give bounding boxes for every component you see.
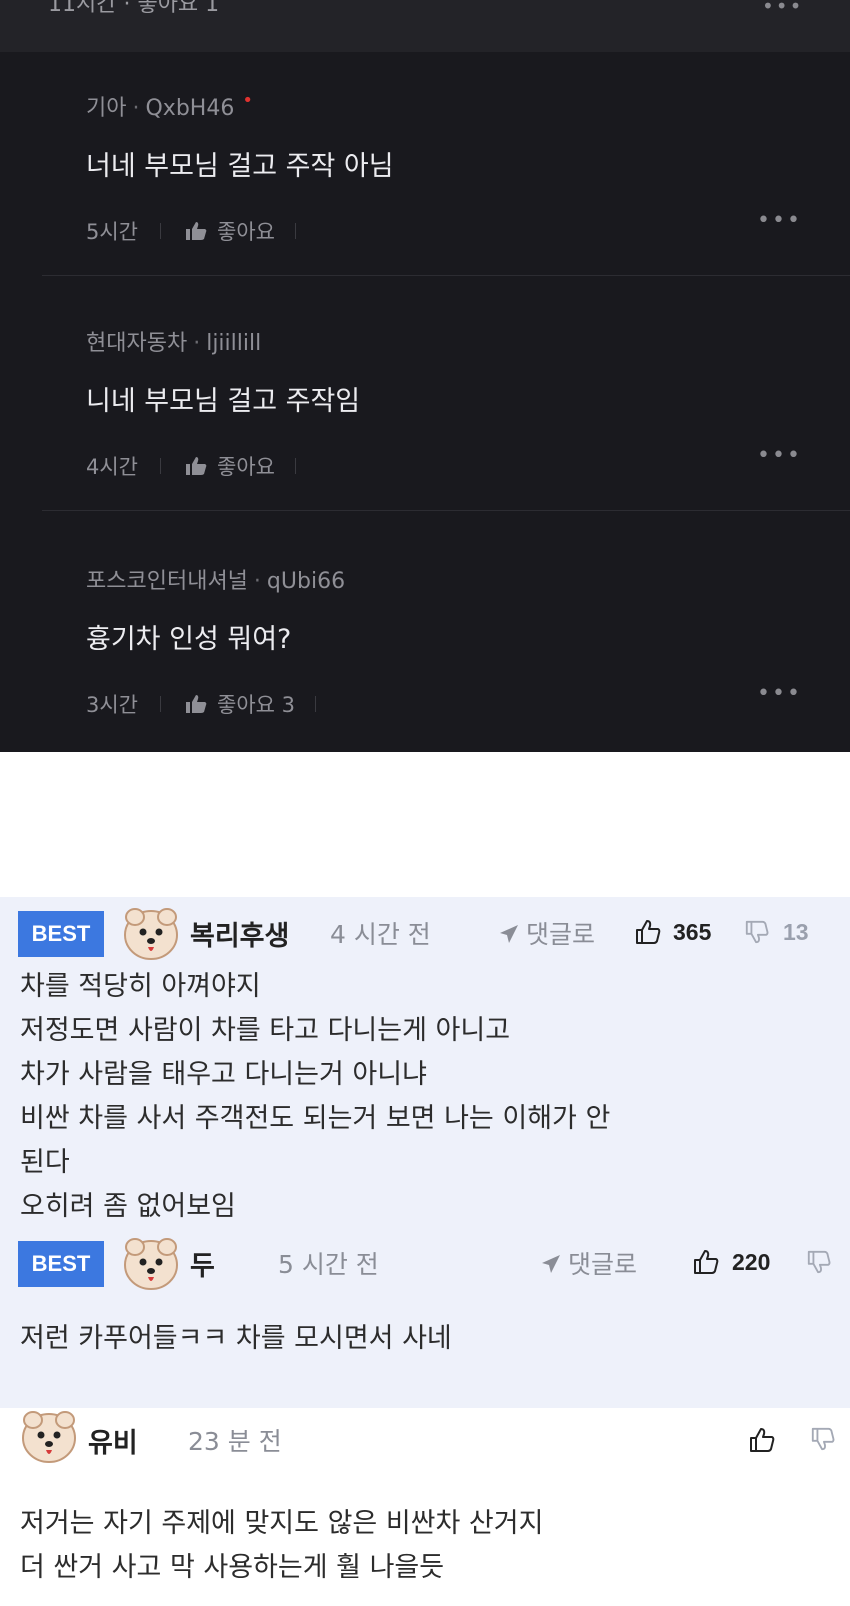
comment-meta: 현대자동차 · ljiillill	[86, 331, 262, 356]
comment-time: 4시간	[86, 455, 139, 479]
username[interactable]: QxbH46	[145, 96, 234, 121]
username[interactable]: ljiillill	[206, 331, 261, 356]
comment-time: 4 시간 전	[330, 920, 431, 949]
comment-meta: 기아 · QxbH46 •	[86, 90, 253, 121]
comment-line: 차가 사람을 태우고 다니는거 아니냐	[20, 1059, 427, 1090]
avatar	[22, 1411, 76, 1463]
comment-line: 비싼 차를 사서 주객전도 되는거 보면 나는 이해가 안	[20, 1103, 611, 1134]
upvote-count: 220	[732, 1249, 771, 1275]
comment-footer: 3시간 좋아요 3	[86, 689, 317, 719]
best-badge: BEST	[18, 911, 104, 957]
username[interactable]: 두	[190, 1244, 215, 1283]
comment-time: 5 시간 전	[278, 1250, 379, 1279]
divider	[42, 510, 850, 511]
comment-time: 5시간	[86, 220, 139, 244]
comment-body: 저런 카푸어들ㅋㅋ 차를 모시면서 사네	[20, 1317, 452, 1361]
thumbs-up-icon[interactable]	[185, 221, 207, 241]
reply-arrow-icon[interactable]	[498, 923, 520, 945]
more-icon[interactable]: •••	[762, 0, 803, 18]
thumbs-up-icon[interactable]	[185, 456, 207, 476]
comment-header: BEST 두 5 시간 전 댓글로 220	[0, 1227, 850, 1295]
comment-time: 23 분 전	[188, 1427, 282, 1456]
thumbs-down-icon[interactable]	[810, 1426, 836, 1452]
username[interactable]: qUbi66	[267, 569, 345, 594]
comment-meta: 포스코인터내셔널 · qUbi66	[86, 569, 346, 594]
divider	[42, 275, 850, 276]
avatar	[124, 908, 178, 960]
cut-off-previous-comment: 11시간 · 좋아요 1 •••	[0, 0, 850, 52]
comment-text: 너네 부모님 걸고 주작 아님	[86, 151, 394, 182]
comment-footer: 5시간 좋아요	[86, 216, 296, 246]
company-name: 포스코인터내셔널	[86, 569, 248, 594]
more-options-icon[interactable]: •••	[757, 208, 802, 233]
comment-line: 차를 적당히 아껴야지	[20, 971, 261, 1002]
username[interactable]: 유비	[88, 1421, 138, 1460]
company-name: 기아	[86, 96, 127, 121]
company-name: 현대자동차	[86, 331, 188, 356]
comment-time: 3시간	[86, 693, 139, 717]
comment-line: 된다	[20, 1147, 70, 1178]
upvote-count: 365	[673, 919, 712, 945]
comment-text: 니네 부모님 걸고 주작임	[86, 386, 361, 417]
new-dot-icon: •	[242, 90, 253, 111]
best-badge: BEST	[18, 1241, 104, 1287]
like-button[interactable]: 좋아요	[217, 451, 275, 481]
comment-line: 저정도면 사람이 차를 타고 다니는게 아니고	[20, 1015, 511, 1046]
more-options-icon[interactable]: •••	[757, 443, 802, 468]
dark-comment: 기아 · QxbH46 • 너네 부모님 걸고 주작 아님 5시간 좋아요 •••	[0, 90, 850, 330]
dark-comment: 현대자동차 · ljiillill 니네 부모님 걸고 주작임 4시간 좋아요 ••…	[0, 325, 850, 565]
more-options-icon[interactable]: •••	[757, 681, 802, 706]
dark-comment-thread: 11시간 · 좋아요 1 ••• 기아 · QxbH46 • 너네 부모님 걸고 주작…	[0, 0, 850, 752]
comment-line: 저런 카푸어들ㅋㅋ 차를 모시면서 사네	[20, 1323, 452, 1354]
thumbs-up-icon[interactable]	[185, 694, 207, 714]
dark-comment: 포스코인터내셔널 · qUbi66 흉기차 인성 뭐여? 3시간 좋아요 3 •••	[0, 563, 850, 803]
comment-body: 저거는 자기 주제에 맞지도 않은 비싼차 산거지 더 싼거 사고 막 사용하는…	[20, 1502, 543, 1590]
comment-item: 유비 23 분 전 저거는 자기 주제에 맞지도 않은 비싼차 산거지 더 싼거…	[0, 1408, 850, 1606]
cut-off-footer-text: 11시간 · 좋아요 1	[48, 0, 220, 17]
comment-line: 오히려 좀 없어보임	[20, 1191, 236, 1222]
like-button[interactable]: 좋아요	[217, 216, 275, 246]
thumbs-up-icon[interactable]	[748, 1426, 776, 1454]
thumbs-up-icon[interactable]	[692, 1248, 720, 1276]
avatar	[124, 1238, 178, 1290]
reply-button[interactable]: 댓글로	[568, 1245, 637, 1281]
thumbs-up-icon[interactable]	[634, 918, 662, 946]
thumbs-down-icon[interactable]	[806, 1249, 832, 1275]
comment-footer: 4시간 좋아요	[86, 451, 296, 481]
reply-arrow-icon[interactable]	[540, 1253, 562, 1275]
thumbs-down-icon[interactable]	[744, 919, 770, 945]
comment-body: 차를 적당히 아껴야지 저정도면 사람이 차를 타고 다니는게 아니고 차가 사…	[20, 965, 610, 1229]
comment-text: 흉기차 인성 뭐여?	[86, 624, 292, 655]
comment-header: BEST 복리후생 4 시간 전 댓글로 365 13	[0, 897, 850, 965]
like-button[interactable]: 좋아요 3	[217, 689, 295, 719]
downvote-count: 13	[783, 919, 809, 945]
username[interactable]: 복리후생	[190, 914, 289, 953]
comment-line: 저거는 자기 주제에 맞지도 않은 비싼차 산거지	[20, 1508, 544, 1539]
comment-line: 더 싼거 사고 막 사용하는게 훨 나을듯	[20, 1552, 445, 1583]
reply-button[interactable]: 댓글로	[526, 915, 595, 951]
